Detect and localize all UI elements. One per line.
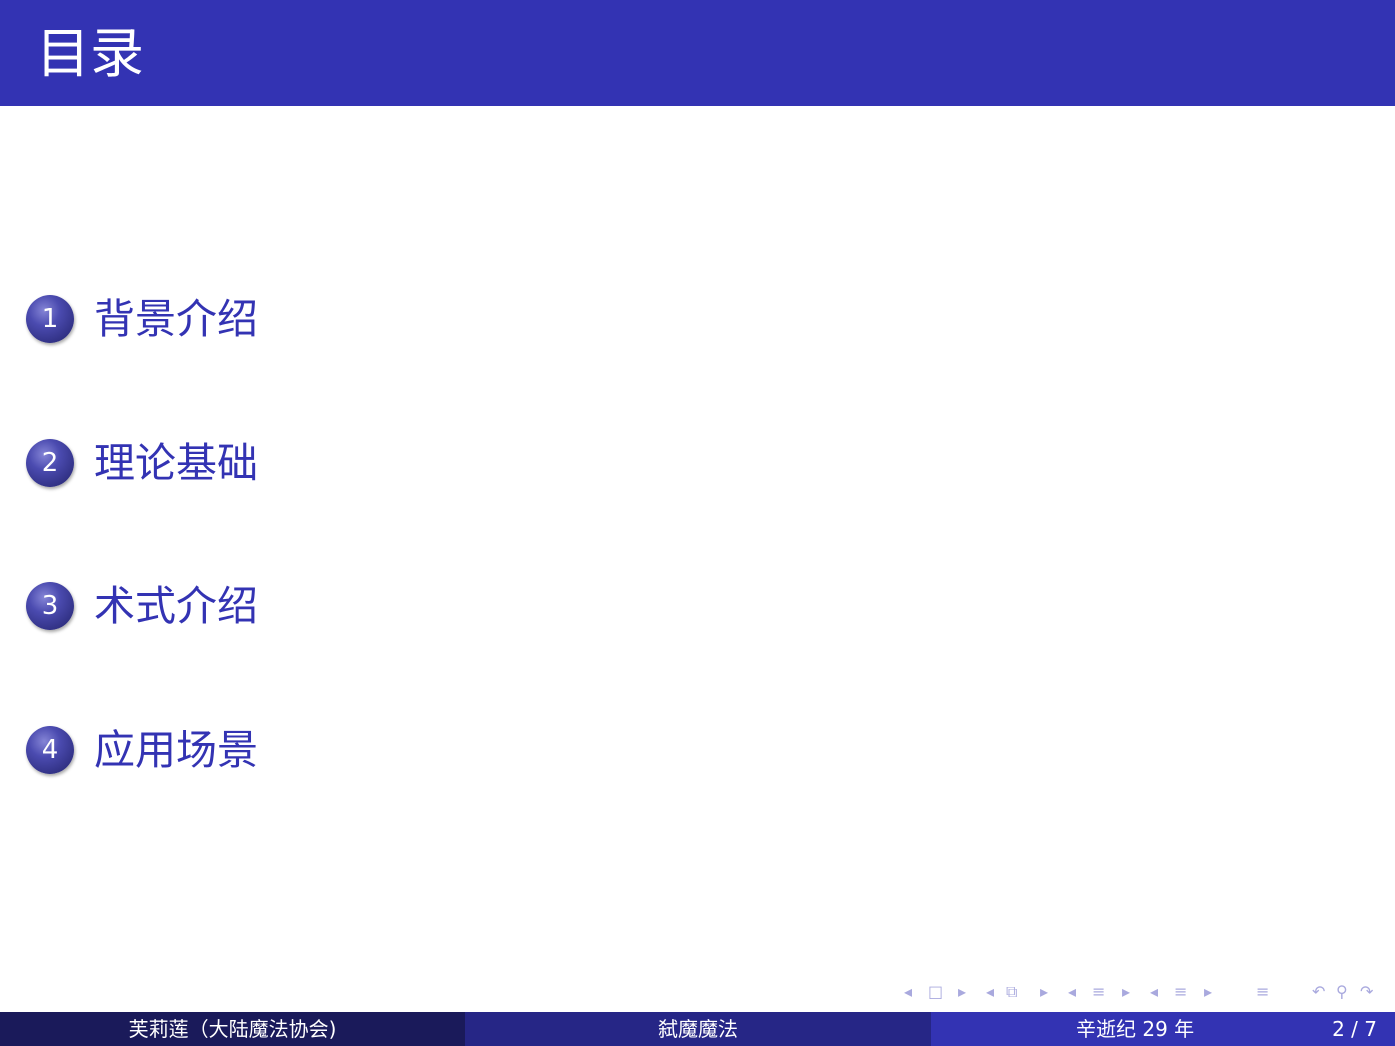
subsection-prev-icon[interactable]: ◂ xyxy=(986,980,994,1004)
back-icon[interactable]: ↶ xyxy=(1312,980,1325,1004)
footer-page-number: 2 / 7 xyxy=(1332,1017,1377,1041)
frame-prev-icon[interactable]: ◂ xyxy=(904,980,912,1004)
part-next-icon[interactable]: ▸ xyxy=(1204,980,1212,1004)
section-prev-icon[interactable]: ◂ xyxy=(1068,980,1076,1004)
footer-author: 芙莉莲（大陆魔法协会) xyxy=(0,1012,465,1046)
slide-footer: 芙莉莲（大陆魔法协会) 弑魔魔法 辛逝纪 29 年 2 / 7 xyxy=(0,1012,1395,1046)
slide-title: 目录 xyxy=(36,22,144,85)
section-icon[interactable]: ≡ xyxy=(1092,980,1105,1004)
footer-title: 弑魔魔法 xyxy=(465,1012,931,1046)
toc-number-badge: 4 xyxy=(26,726,74,774)
toc-icon[interactable]: ≡ xyxy=(1256,980,1269,1004)
frame-icon[interactable]: □ xyxy=(928,980,943,1004)
footer-title-text: 弑魔魔法 xyxy=(658,1017,738,1041)
toc-item-2[interactable]: 2 理论基础 xyxy=(26,438,258,488)
subsection-icon[interactable]: ⧉ xyxy=(1006,980,1017,1004)
footer-date-page: 辛逝纪 29 年 2 / 7 xyxy=(931,1012,1395,1046)
toc-number-badge: 3 xyxy=(26,582,74,630)
toc-number-badge: 1 xyxy=(26,295,74,343)
frame-next-icon[interactable]: ▸ xyxy=(958,980,966,1004)
slide: 目录 1 背景介绍 2 理论基础 3 术式介绍 4 应用场景 ◂ □ ▸ ◂ ⧉… xyxy=(0,0,1395,1046)
toc-number-badge: 2 xyxy=(26,439,74,487)
toc-item-1[interactable]: 1 背景介绍 xyxy=(26,294,258,344)
footer-author-text: 芙莉莲（大陆魔法协会) xyxy=(128,1017,337,1041)
footer-date: 辛逝纪 29 年 xyxy=(1076,1017,1195,1041)
toc-item-4[interactable]: 4 应用场景 xyxy=(26,725,258,775)
search-icon[interactable]: ⚲ xyxy=(1336,980,1348,1004)
section-next-icon[interactable]: ▸ xyxy=(1122,980,1130,1004)
part-icon[interactable]: ≡ xyxy=(1174,980,1187,1004)
toc-item-label: 术式介绍 xyxy=(94,582,258,630)
toc-item-label: 理论基础 xyxy=(94,439,258,487)
forward-icon[interactable]: ↷ xyxy=(1360,980,1373,1004)
toc-item-label: 背景介绍 xyxy=(94,295,258,343)
toc-item-3[interactable]: 3 术式介绍 xyxy=(26,581,258,631)
toc-item-label: 应用场景 xyxy=(94,726,258,774)
part-prev-icon[interactable]: ◂ xyxy=(1150,980,1158,1004)
slide-header: 目录 xyxy=(0,0,1395,106)
subsection-next-icon[interactable]: ▸ xyxy=(1040,980,1048,1004)
navigation-bar: ◂ □ ▸ ◂ ⧉ ▸ ◂ ≡ ▸ ◂ ≡ ▸ ≡ ↶ ⚲ ↷ xyxy=(900,980,1390,1004)
